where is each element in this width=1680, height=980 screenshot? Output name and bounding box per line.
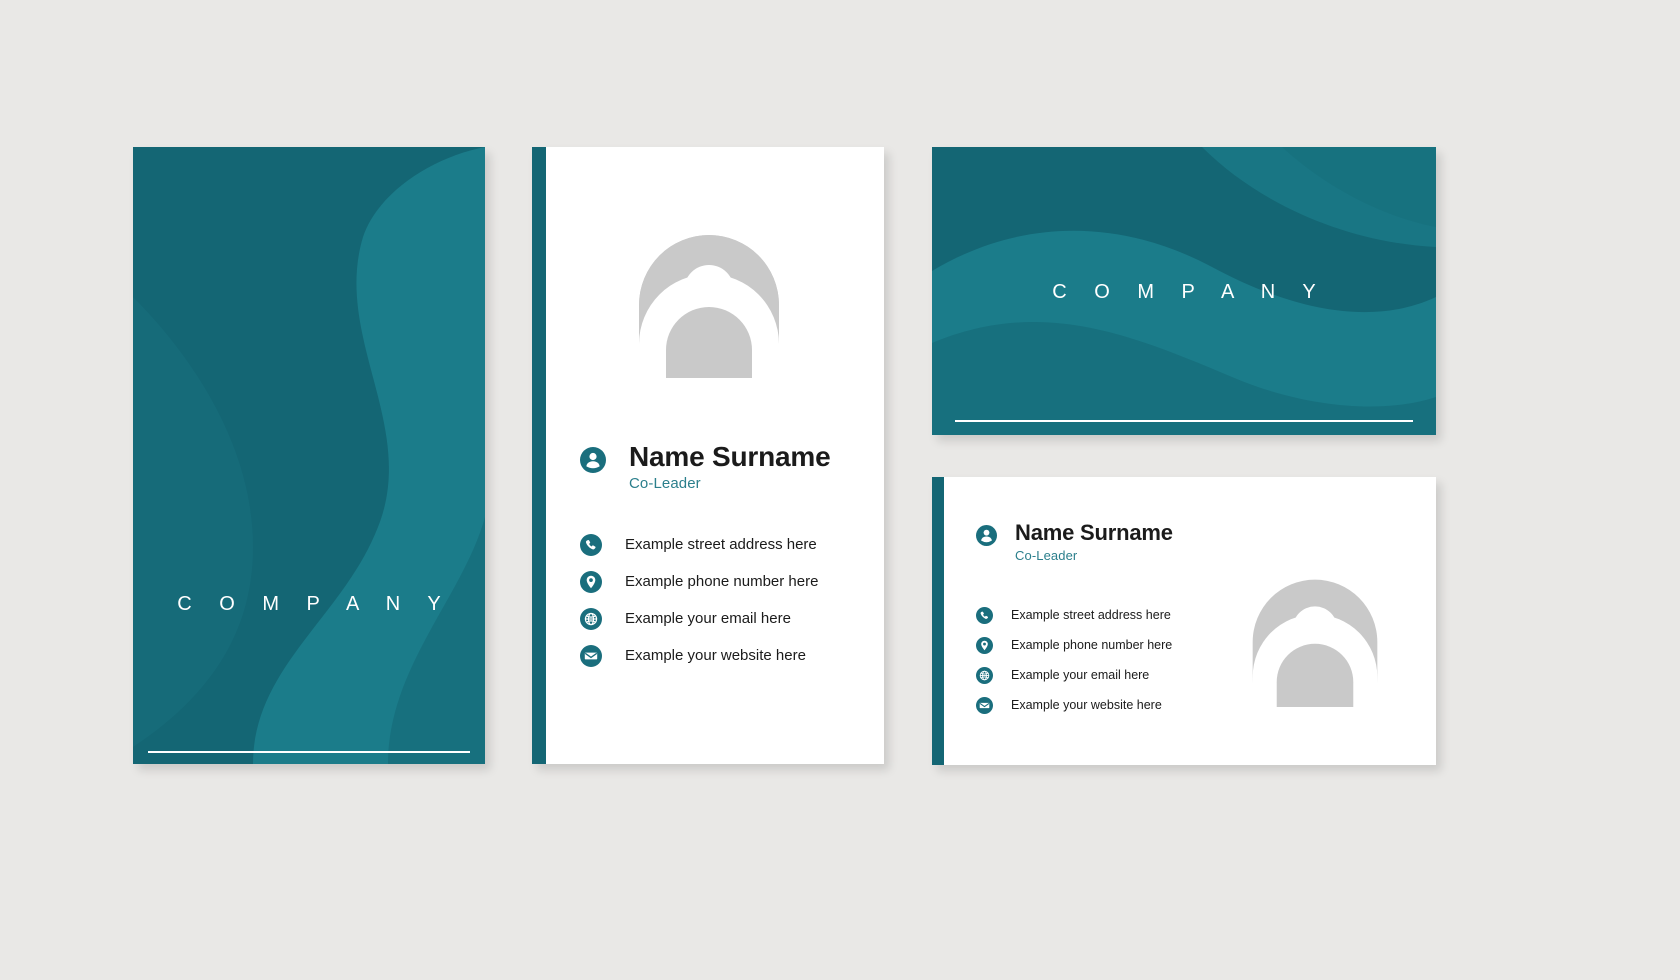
profile-role: Co-Leader [1015, 547, 1078, 563]
contact-text: Example street address here [625, 536, 817, 553]
contact-text: Example your website here [1011, 698, 1162, 712]
landscape-cover-card[interactable]: C O M P A N Y [932, 147, 1436, 435]
phone-icon [976, 606, 993, 624]
contact-list: Example street address here Example phon… [580, 526, 818, 674]
contact-text: Example your email here [1011, 668, 1150, 682]
contact-text: Example street address here [1011, 608, 1171, 622]
person-badge-icon [976, 525, 997, 546]
portrait-cover-card[interactable]: C O M P A N Y [133, 147, 485, 764]
contact-row-address[interactable]: Example street address here [580, 526, 818, 563]
contact-row-website[interactable]: Example your website here [580, 637, 818, 674]
envelope-icon [976, 696, 993, 714]
company-wordmark: C O M P A N Y [177, 593, 452, 615]
contact-text: Example phone number here [625, 573, 819, 590]
location-pin-icon [976, 636, 993, 654]
profile-name-block: Name Surname Co-Leader [580, 441, 831, 493]
profile-name: Name Surname [1015, 520, 1173, 545]
contact-row-email[interactable]: Example your email here [976, 660, 1172, 690]
bottom-rule-divider [148, 751, 470, 753]
envelope-icon [580, 644, 602, 667]
phone-icon [580, 533, 602, 556]
contact-row-email[interactable]: Example your email here [580, 600, 818, 637]
contact-text: Example your email here [625, 610, 791, 627]
landscape-profile-card[interactable]: Name Surname Co-Leader Example street ad… [932, 477, 1436, 765]
contact-row-phone[interactable]: Example phone number here [580, 563, 818, 600]
left-accent-bar [932, 477, 944, 765]
location-pin-icon [580, 570, 602, 593]
globe-icon [976, 666, 993, 684]
contact-row-phone[interactable]: Example phone number here [976, 630, 1172, 660]
contact-row-website[interactable]: Example your website here [976, 690, 1172, 720]
wave-background-decoration [133, 147, 485, 764]
bottom-rule-divider [955, 420, 1413, 422]
user-avatar-placeholder-icon [1252, 579, 1378, 707]
user-avatar-placeholder-icon [639, 235, 779, 378]
profile-name-block: Name Surname Co-Leader [976, 520, 1173, 563]
contact-row-address[interactable]: Example street address here [976, 600, 1172, 630]
contact-text: Example your website here [625, 647, 806, 664]
contact-list: Example street address here Example phon… [976, 600, 1172, 720]
profile-role: Co-Leader [629, 475, 701, 493]
portrait-profile-card[interactable]: Name Surname Co-Leader Example street ad… [532, 147, 884, 764]
company-wordmark: C O M P A N Y [1052, 281, 1327, 303]
globe-icon [580, 607, 602, 630]
contact-text: Example phone number here [1011, 638, 1173, 652]
profile-name: Name Surname [629, 441, 831, 472]
person-badge-icon [580, 447, 606, 473]
left-accent-bar [532, 147, 546, 764]
